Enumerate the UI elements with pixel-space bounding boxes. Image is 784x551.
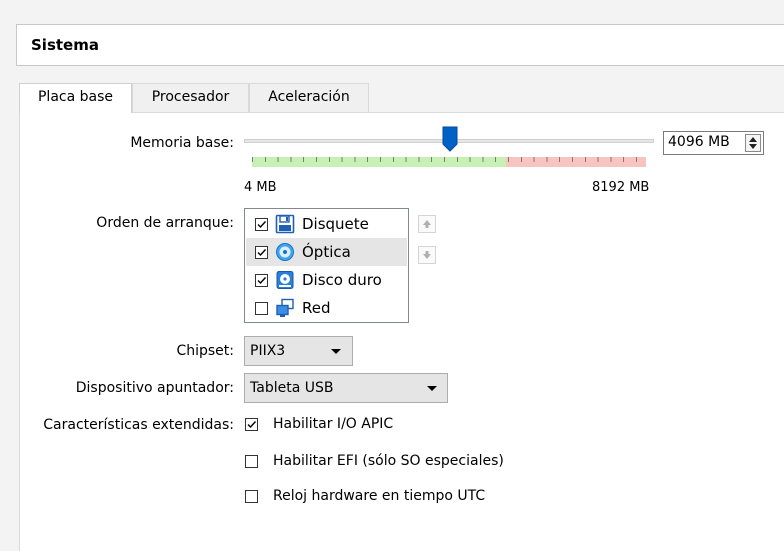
spin-up-icon[interactable] bbox=[749, 137, 757, 142]
memory-min-label: 4 MB bbox=[244, 180, 277, 195]
tab-label: Aceleración bbox=[268, 89, 350, 105]
memory-spin-arrows[interactable] bbox=[745, 134, 761, 152]
boot-item-label: Red bbox=[302, 299, 331, 317]
tab-aceleracion[interactable]: Aceleración bbox=[249, 83, 369, 112]
section-header: Sistema bbox=[16, 24, 784, 66]
spin-down-icon[interactable] bbox=[749, 144, 757, 149]
boot-item-disco-duro[interactable]: Disco duro bbox=[246, 266, 407, 294]
hard-disk-icon bbox=[275, 270, 295, 290]
memory-label: Memoria base: bbox=[130, 135, 234, 151]
memory-spinbox[interactable]: 4096 MB bbox=[663, 131, 764, 155]
network-icon bbox=[275, 298, 295, 318]
checkbox[interactable] bbox=[255, 274, 268, 287]
pointing-device-label: Dispositivo apuntador: bbox=[75, 380, 234, 396]
checkbox[interactable] bbox=[245, 455, 258, 468]
boot-item-red[interactable]: Red bbox=[246, 294, 407, 322]
checkbox[interactable] bbox=[255, 246, 268, 259]
chevron-down-icon bbox=[331, 349, 341, 354]
boot-item-label: Disquete bbox=[302, 215, 369, 233]
tab-panel bbox=[19, 112, 784, 551]
chipset-label: Chipset: bbox=[176, 343, 234, 359]
extended-features-label: Características extendidas: bbox=[43, 417, 234, 433]
move-up-button[interactable] bbox=[418, 215, 436, 233]
tab-placa-base[interactable]: Placa base bbox=[19, 83, 132, 113]
tab-procesador[interactable]: Procesador bbox=[132, 83, 249, 112]
checkbox[interactable] bbox=[255, 218, 268, 231]
memory-slider-thumb[interactable] bbox=[442, 126, 458, 152]
option-label: Habilitar I/O APIC bbox=[273, 416, 394, 432]
option-label: Reloj hardware en tiempo UTC bbox=[273, 488, 486, 504]
tab-label: Procesador bbox=[151, 89, 230, 105]
boot-order-list[interactable]: Disquete Óptica Disco duro Red bbox=[244, 208, 409, 323]
arrow-down-icon bbox=[423, 251, 431, 259]
pointing-device-select[interactable]: Tableta USB bbox=[244, 373, 448, 403]
chipset-select[interactable]: PIIX3 bbox=[244, 336, 353, 366]
boot-item-label: Óptica bbox=[302, 243, 351, 261]
chipset-value: PIIX3 bbox=[250, 343, 286, 359]
section-title: Sistema bbox=[31, 36, 99, 54]
boot-item-label: Disco duro bbox=[302, 271, 382, 289]
memory-max-label: 8192 MB bbox=[592, 180, 650, 195]
pointing-device-value: Tableta USB bbox=[250, 380, 334, 396]
boot-order-label: Orden de arranque: bbox=[96, 215, 234, 231]
checkbox[interactable] bbox=[255, 302, 268, 315]
tab-label: Placa base bbox=[37, 89, 113, 105]
arrow-up-icon bbox=[423, 220, 431, 228]
optical-disc-icon bbox=[275, 242, 295, 262]
memory-ticks bbox=[252, 157, 646, 162]
memory-value: 4096 MB bbox=[668, 134, 730, 150]
chevron-down-icon bbox=[427, 386, 437, 391]
boot-item-disquete[interactable]: Disquete bbox=[246, 210, 407, 238]
checkbox[interactable] bbox=[245, 418, 258, 431]
floppy-icon bbox=[275, 214, 295, 234]
option-label: Habilitar EFI (sólo SO especiales) bbox=[273, 453, 504, 469]
move-down-button[interactable] bbox=[418, 246, 436, 264]
checkbox[interactable] bbox=[245, 490, 258, 503]
boot-item-optica[interactable]: Óptica bbox=[246, 238, 407, 266]
settings-window: Sistema Placa base Procesador Aceleració… bbox=[0, 0, 784, 551]
